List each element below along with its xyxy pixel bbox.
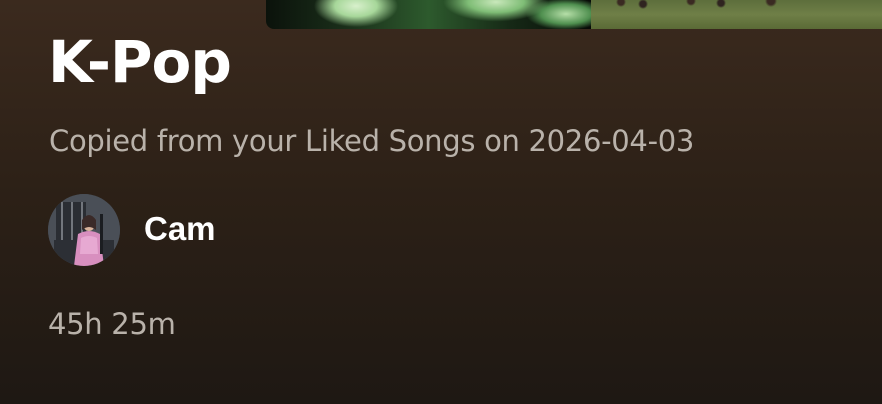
playlist-title: K-Pop	[48, 28, 232, 96]
cover-artwork-tile	[591, 0, 882, 29]
user-avatar-icon	[48, 194, 120, 266]
playlist-duration: 45h 25m	[48, 307, 176, 341]
cover-artwork-tile	[266, 0, 591, 29]
playlist-cover-mosaic	[266, 0, 882, 29]
playlist-owner[interactable]: Cam	[48, 194, 216, 266]
avatar[interactable]	[48, 194, 120, 266]
owner-name[interactable]: Cam	[144, 209, 216, 249]
playlist-description: Copied from your Liked Songs on 2026-04-…	[49, 124, 695, 158]
